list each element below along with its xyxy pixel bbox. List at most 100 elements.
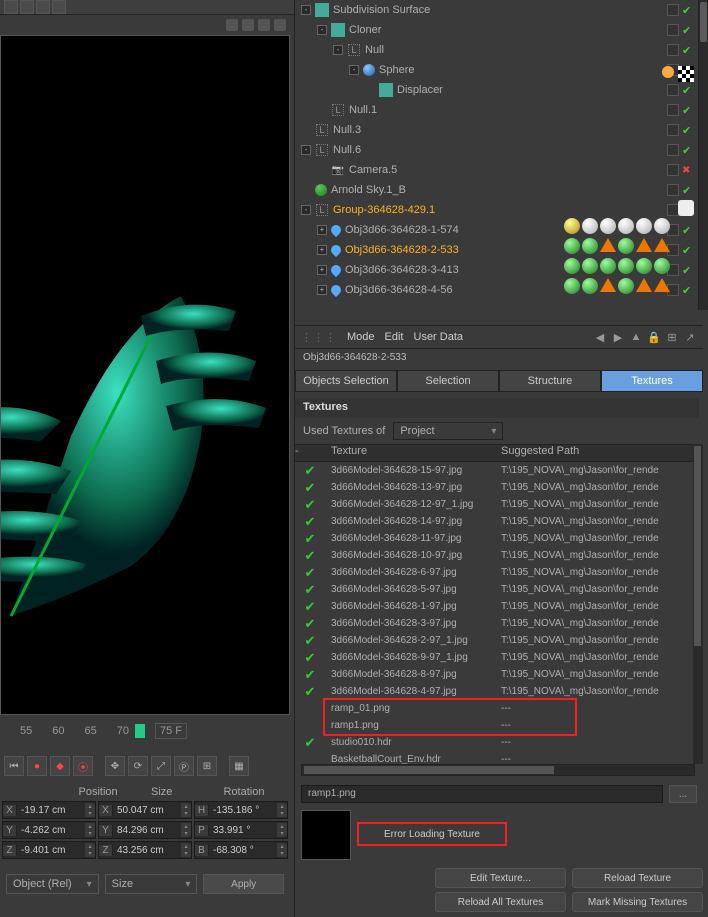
autokey-button[interactable]: ⦿ [73, 756, 93, 776]
texture-row[interactable]: ✔3d66Model-364628-9-97_1.jpgT:\195_NOVA\… [295, 649, 693, 666]
rotate-icon[interactable] [258, 19, 270, 31]
expander-icon[interactable]: + [317, 225, 327, 235]
visibility-flag-icon[interactable]: ✖ [682, 165, 690, 176]
tool-icon[interactable] [36, 0, 50, 14]
warning-tag-icon[interactable] [600, 278, 616, 292]
layer-flag-icon[interactable] [667, 164, 679, 176]
visibility-flag-icon[interactable]: ✔ [682, 4, 691, 17]
material-tag-icon[interactable] [636, 258, 652, 274]
size-y-field[interactable]: Y84.296 cm▴▾ [98, 821, 192, 839]
visibility-flag-icon[interactable]: ✔ [682, 84, 691, 97]
param-button[interactable]: ⊞ [197, 756, 217, 776]
rot-h-field[interactable]: H-135.186 °▴▾ [194, 801, 288, 819]
material-tag-icon[interactable] [582, 278, 598, 294]
lock-icon[interactable]: 🔒 [647, 330, 661, 344]
expander-icon[interactable]: - [349, 65, 359, 75]
scale-tool-button[interactable]: ⤢ [151, 756, 171, 776]
tree-scrollbar[interactable] [698, 0, 708, 310]
edit-menu[interactable]: Edit [385, 331, 404, 343]
pos-z-field[interactable]: Z-9.401 cm▴▾ [2, 841, 96, 859]
size-z-field[interactable]: Z43.256 cm▴▾ [98, 841, 192, 859]
goto-start-button[interactable]: ⏮ [4, 756, 24, 776]
warning-tag-icon[interactable] [636, 238, 652, 252]
texture-row[interactable]: ✔3d66Model-364628-8-97.jpgT:\195_NOVA\_m… [295, 666, 693, 683]
viewport[interactable] [0, 35, 290, 715]
texture-row[interactable]: ✔3d66Model-364628-6-97.jpgT:\195_NOVA\_m… [295, 564, 693, 581]
new-tab-icon[interactable]: ⊞ [665, 330, 679, 344]
frame-field[interactable]: 75 F [155, 723, 187, 739]
tab-selection[interactable]: Selection [397, 370, 499, 392]
tree-row[interactable]: Arnold Sky.1_B✔ [295, 180, 703, 200]
texture-row[interactable]: ✔3d66Model-364628-3-97.jpgT:\195_NOVA\_m… [295, 615, 693, 632]
nav-up-icon[interactable]: ▲ [629, 330, 643, 344]
texture-row[interactable]: ✔3d66Model-364628-13-97.jpgT:\195_NOVA\_… [295, 479, 693, 496]
texture-row[interactable]: ✔3d66Model-364628-4-97.jpgT:\195_NOVA\_m… [295, 683, 693, 700]
material-tag-icon[interactable] [582, 218, 598, 234]
object-rel-dropdown[interactable]: Object (Rel) [6, 874, 99, 894]
expander-icon[interactable]: + [317, 245, 327, 255]
material-tag-icon[interactable] [564, 218, 580, 234]
expander-icon[interactable]: - [333, 45, 343, 55]
playhead-marker[interactable] [135, 724, 145, 738]
visibility-flag-icon[interactable]: ✔ [682, 124, 691, 137]
tree-row[interactable]: -Group-364628-429.1✔ [295, 200, 703, 220]
mode-menu[interactable]: Mode [347, 331, 375, 343]
visibility-flag-icon[interactable]: ✔ [682, 24, 691, 37]
mark-missing-button[interactable]: Mark Missing Textures [572, 892, 703, 912]
texture-table[interactable]: - Texture Suggested Path ✔3d66Model-3646… [295, 444, 693, 764]
visibility-flag-icon[interactable]: ✔ [682, 184, 691, 197]
pan-icon[interactable] [226, 19, 238, 31]
warning-tag-icon[interactable] [636, 278, 652, 292]
rot-p-field[interactable]: P33.991 °▴▾ [194, 821, 288, 839]
tree-row[interactable]: Null.3✔ [295, 120, 703, 140]
layer-flag-icon[interactable] [667, 144, 679, 156]
layer-flag-icon[interactable] [667, 4, 679, 16]
edit-texture-button[interactable]: Edit Texture... [435, 868, 566, 888]
texture-path-field[interactable]: ramp1.png [301, 785, 663, 803]
visibility-flag-icon[interactable]: ✔ [682, 104, 691, 117]
tab-objects-selection[interactable]: Objects Selection [295, 370, 397, 392]
tool-icon[interactable] [20, 0, 34, 14]
timeline-ruler[interactable]: 55 60 65 70 75 F [0, 716, 294, 746]
material-tag-icon[interactable] [636, 218, 652, 234]
visibility-flag-icon[interactable]: ✔ [682, 44, 691, 57]
material-tag-icon[interactable] [600, 218, 616, 234]
tree-row[interactable]: -Cloner✔ [295, 20, 703, 40]
reload-all-button[interactable]: Reload All Textures [435, 892, 566, 912]
material-tag-icon[interactable] [564, 278, 580, 294]
material-tag-icon[interactable] [654, 218, 670, 234]
material-tag-icon[interactable] [582, 258, 598, 274]
warning-tag-icon[interactable] [600, 238, 616, 252]
texture-row[interactable]: BasketballCourt_Env.hdr--- [295, 751, 693, 764]
material-tag-icon[interactable] [618, 258, 634, 274]
tree-row[interactable]: -Sphere✔ [295, 60, 703, 80]
userdata-menu[interactable]: User Data [414, 331, 464, 343]
tree-row[interactable]: Camera.5✖ [295, 160, 703, 180]
rot-b-field[interactable]: B-68.308 °▴▾ [194, 841, 288, 859]
tree-row[interactable]: Null.1✔ [295, 100, 703, 120]
tool-icon[interactable] [52, 0, 66, 14]
nav-back-icon[interactable]: ◀ [593, 330, 607, 344]
tree-row[interactable]: -Subdivision Surface✔ [295, 0, 703, 20]
apply-button[interactable]: Apply [203, 874, 284, 894]
material-tag-icon[interactable] [618, 278, 634, 294]
tool-icon[interactable] [4, 0, 18, 14]
tab-textures[interactable]: Textures [601, 370, 703, 392]
warning-tag-icon[interactable] [654, 278, 670, 292]
path-col-header[interactable]: Suggested Path [495, 445, 693, 461]
material-tag-icon[interactable] [564, 238, 580, 254]
layer-flag-icon[interactable] [667, 24, 679, 36]
tree-row[interactable]: Displacer✔ [295, 80, 703, 100]
texture-row[interactable]: ✔3d66Model-364628-15-97.jpgT:\195_NOVA\_… [295, 462, 693, 479]
tab-structure[interactable]: Structure [499, 370, 601, 392]
expander-icon[interactable]: - [301, 5, 311, 15]
layer-flag-icon[interactable] [667, 104, 679, 116]
zoom-icon[interactable] [242, 19, 254, 31]
visibility-flag-icon[interactable]: ✔ [682, 144, 691, 157]
pos-x-field[interactable]: X-19.17 cm▴▾ [2, 801, 96, 819]
horizontal-scrollbar[interactable] [301, 764, 695, 776]
texture-row[interactable]: ✔3d66Model-364628-11-97.jpgT:\195_NOVA\_… [295, 530, 693, 547]
psr-button[interactable]: Ⓟ [174, 756, 194, 776]
panel-grip-icon[interactable]: ⋮⋮⋮ [301, 331, 337, 344]
size-mode-dropdown[interactable]: Size [105, 874, 198, 894]
